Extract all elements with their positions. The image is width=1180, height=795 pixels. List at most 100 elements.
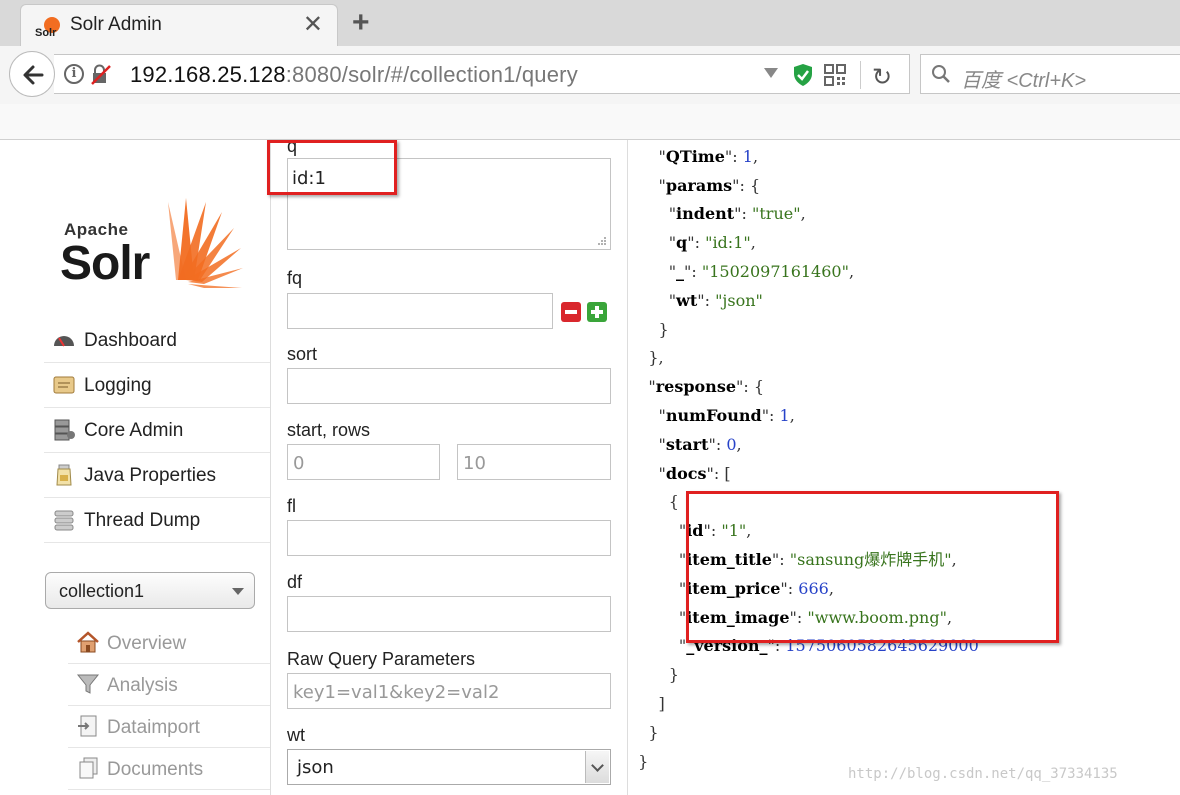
core-selector[interactable]: collection1	[45, 572, 255, 609]
core-nav: Overview Analysis Dataimport Documents	[68, 622, 270, 790]
logging-icon	[53, 376, 75, 394]
search-placeholder: 百度 <Ctrl+K>	[961, 70, 1087, 92]
wt-label: wt	[287, 725, 305, 745]
sort-input[interactable]	[287, 368, 611, 404]
json-value: 0	[726, 434, 737, 454]
json-key: response	[655, 377, 736, 397]
q-highlight-box	[267, 140, 397, 195]
add-fq-button[interactable]	[587, 302, 607, 322]
shield-icon[interactable]	[792, 63, 814, 87]
core-item-analysis[interactable]: Analysis	[68, 664, 270, 706]
doc-highlight-box	[686, 491, 1059, 643]
df-label: df	[287, 572, 303, 592]
sidebar-item-label: Java Properties	[84, 465, 217, 486]
sidebar-item-thread-dump[interactable]: Thread Dump	[44, 498, 270, 543]
rows-input[interactable]: 10	[457, 444, 611, 480]
json-key: q	[676, 233, 688, 253]
start-rows-label: start, rows	[287, 420, 371, 440]
close-tab-icon[interactable]: ✕	[303, 10, 323, 39]
core-admin-icon	[54, 419, 75, 441]
json-key: indent	[676, 204, 735, 224]
url-path: :8080/solr/#/collection1/query	[285, 62, 578, 87]
sidebar-item-dashboard[interactable]: Dashboard	[44, 318, 270, 363]
json-value: "id:1"	[705, 233, 751, 253]
json-value: "json"	[715, 290, 763, 310]
raw-query-input[interactable]: key1=val1&key2=val2	[287, 673, 611, 709]
json-value: 1	[779, 405, 790, 425]
bookmarks-strip	[0, 104, 1180, 140]
json-key: start	[665, 434, 709, 454]
json-value: "1502097161460"	[701, 261, 849, 281]
sort-label: sort	[287, 344, 318, 364]
core-item-dataimport[interactable]: Dataimport	[68, 706, 270, 748]
sidebar-item-java-properties[interactable]: Java Properties	[44, 453, 270, 498]
insecure-connection-icon	[91, 64, 111, 85]
new-tab-button[interactable]: +	[352, 6, 370, 40]
query-form: q id:1 fq sort start, rows 0 10 fl df Ra…	[272, 136, 626, 795]
fq-label: fq	[287, 268, 303, 288]
json-value: 1	[742, 146, 753, 166]
solr-favicon-icon: Solr	[35, 17, 60, 38]
response-panel: "status": 0, "QTime": 1, "params": { "in…	[627, 140, 1180, 795]
chevron-down-icon[interactable]	[585, 751, 609, 783]
fl-input[interactable]	[287, 520, 611, 556]
core-item-overview[interactable]: Overview	[68, 622, 270, 664]
sidebar-item-label: Thread Dump	[84, 510, 201, 531]
df-input[interactable]	[287, 596, 611, 632]
search-box[interactable]: 百度 <Ctrl+K>	[920, 54, 1180, 94]
core-item-label: Dataimport	[107, 717, 200, 738]
info-icon[interactable]: i	[64, 64, 84, 84]
wt-select[interactable]: json	[287, 749, 611, 785]
url-dropdown-icon[interactable]	[764, 68, 778, 78]
core-item-documents[interactable]: Documents	[68, 748, 270, 790]
browser-nav-bar: i 192.168.25.128:8080/solr/#/collection1…	[0, 46, 1180, 104]
start-input[interactable]: 0	[287, 444, 440, 480]
remove-fq-button[interactable]	[561, 302, 581, 322]
json-key: docs	[665, 463, 707, 483]
wt-value: json	[297, 757, 334, 778]
sidebar-item-label: Dashboard	[84, 330, 177, 351]
dashboard-icon	[54, 336, 74, 347]
documents-icon	[79, 757, 98, 779]
json-response: "status": 0, "QTime": 1, "params": { "in…	[638, 146, 979, 771]
sidebar: Apache Solr Dashboard Logging Core Admin…	[0, 140, 271, 795]
browser-tab-bar: Solr Solr Admin ✕ +	[0, 0, 1180, 46]
core-selector-value: collection1	[59, 581, 145, 601]
address-bar[interactable]: i 192.168.25.128:8080/solr/#/collection1…	[54, 54, 910, 94]
browser-tab[interactable]: Solr Solr Admin ✕	[20, 4, 338, 46]
funnel-icon	[76, 674, 100, 694]
reload-icon[interactable]: ↻	[872, 63, 892, 92]
dataimport-icon	[78, 715, 97, 737]
sidebar-item-label: Core Admin	[84, 420, 184, 441]
home-icon	[77, 631, 99, 653]
solr-sun-icon	[168, 198, 243, 288]
logo-solr-text: Solr	[60, 237, 150, 290]
address-bar-divider	[860, 61, 861, 89]
json-key: wt	[676, 290, 698, 310]
core-item-label: Overview	[107, 633, 187, 654]
java-properties-icon	[56, 464, 72, 486]
json-key: _	[676, 261, 685, 281]
svg-text:Solr: Solr	[35, 27, 57, 38]
sidebar-item-logging[interactable]: Logging	[44, 363, 270, 408]
core-item-label: Documents	[107, 759, 204, 780]
fq-input[interactable]	[287, 293, 553, 329]
solr-logo[interactable]: Apache Solr	[58, 194, 248, 294]
json-key: params	[665, 175, 733, 195]
resize-grip-icon[interactable]	[597, 236, 607, 246]
chevron-down-icon	[232, 588, 244, 595]
json-value: "true"	[752, 204, 801, 224]
qr-code-icon[interactable]	[824, 64, 846, 86]
json-key: numFound	[665, 405, 762, 425]
sidebar-item-label: Logging	[84, 375, 152, 396]
sidebar-item-core-admin[interactable]: Core Admin	[44, 408, 270, 453]
json-key: QTime	[665, 146, 725, 166]
thread-dump-icon	[54, 510, 74, 531]
watermark: http://blog.csdn.net/qq_37334135	[848, 766, 1118, 782]
back-arrow-icon	[23, 65, 44, 85]
url-text[interactable]: 192.168.25.128:8080/solr/#/collection1/q…	[130, 62, 578, 88]
main-nav: Dashboard Logging Core Admin Java Proper…	[44, 318, 270, 543]
search-icon	[932, 65, 950, 83]
back-button[interactable]	[9, 51, 55, 97]
raw-query-label: Raw Query Parameters	[287, 649, 476, 669]
